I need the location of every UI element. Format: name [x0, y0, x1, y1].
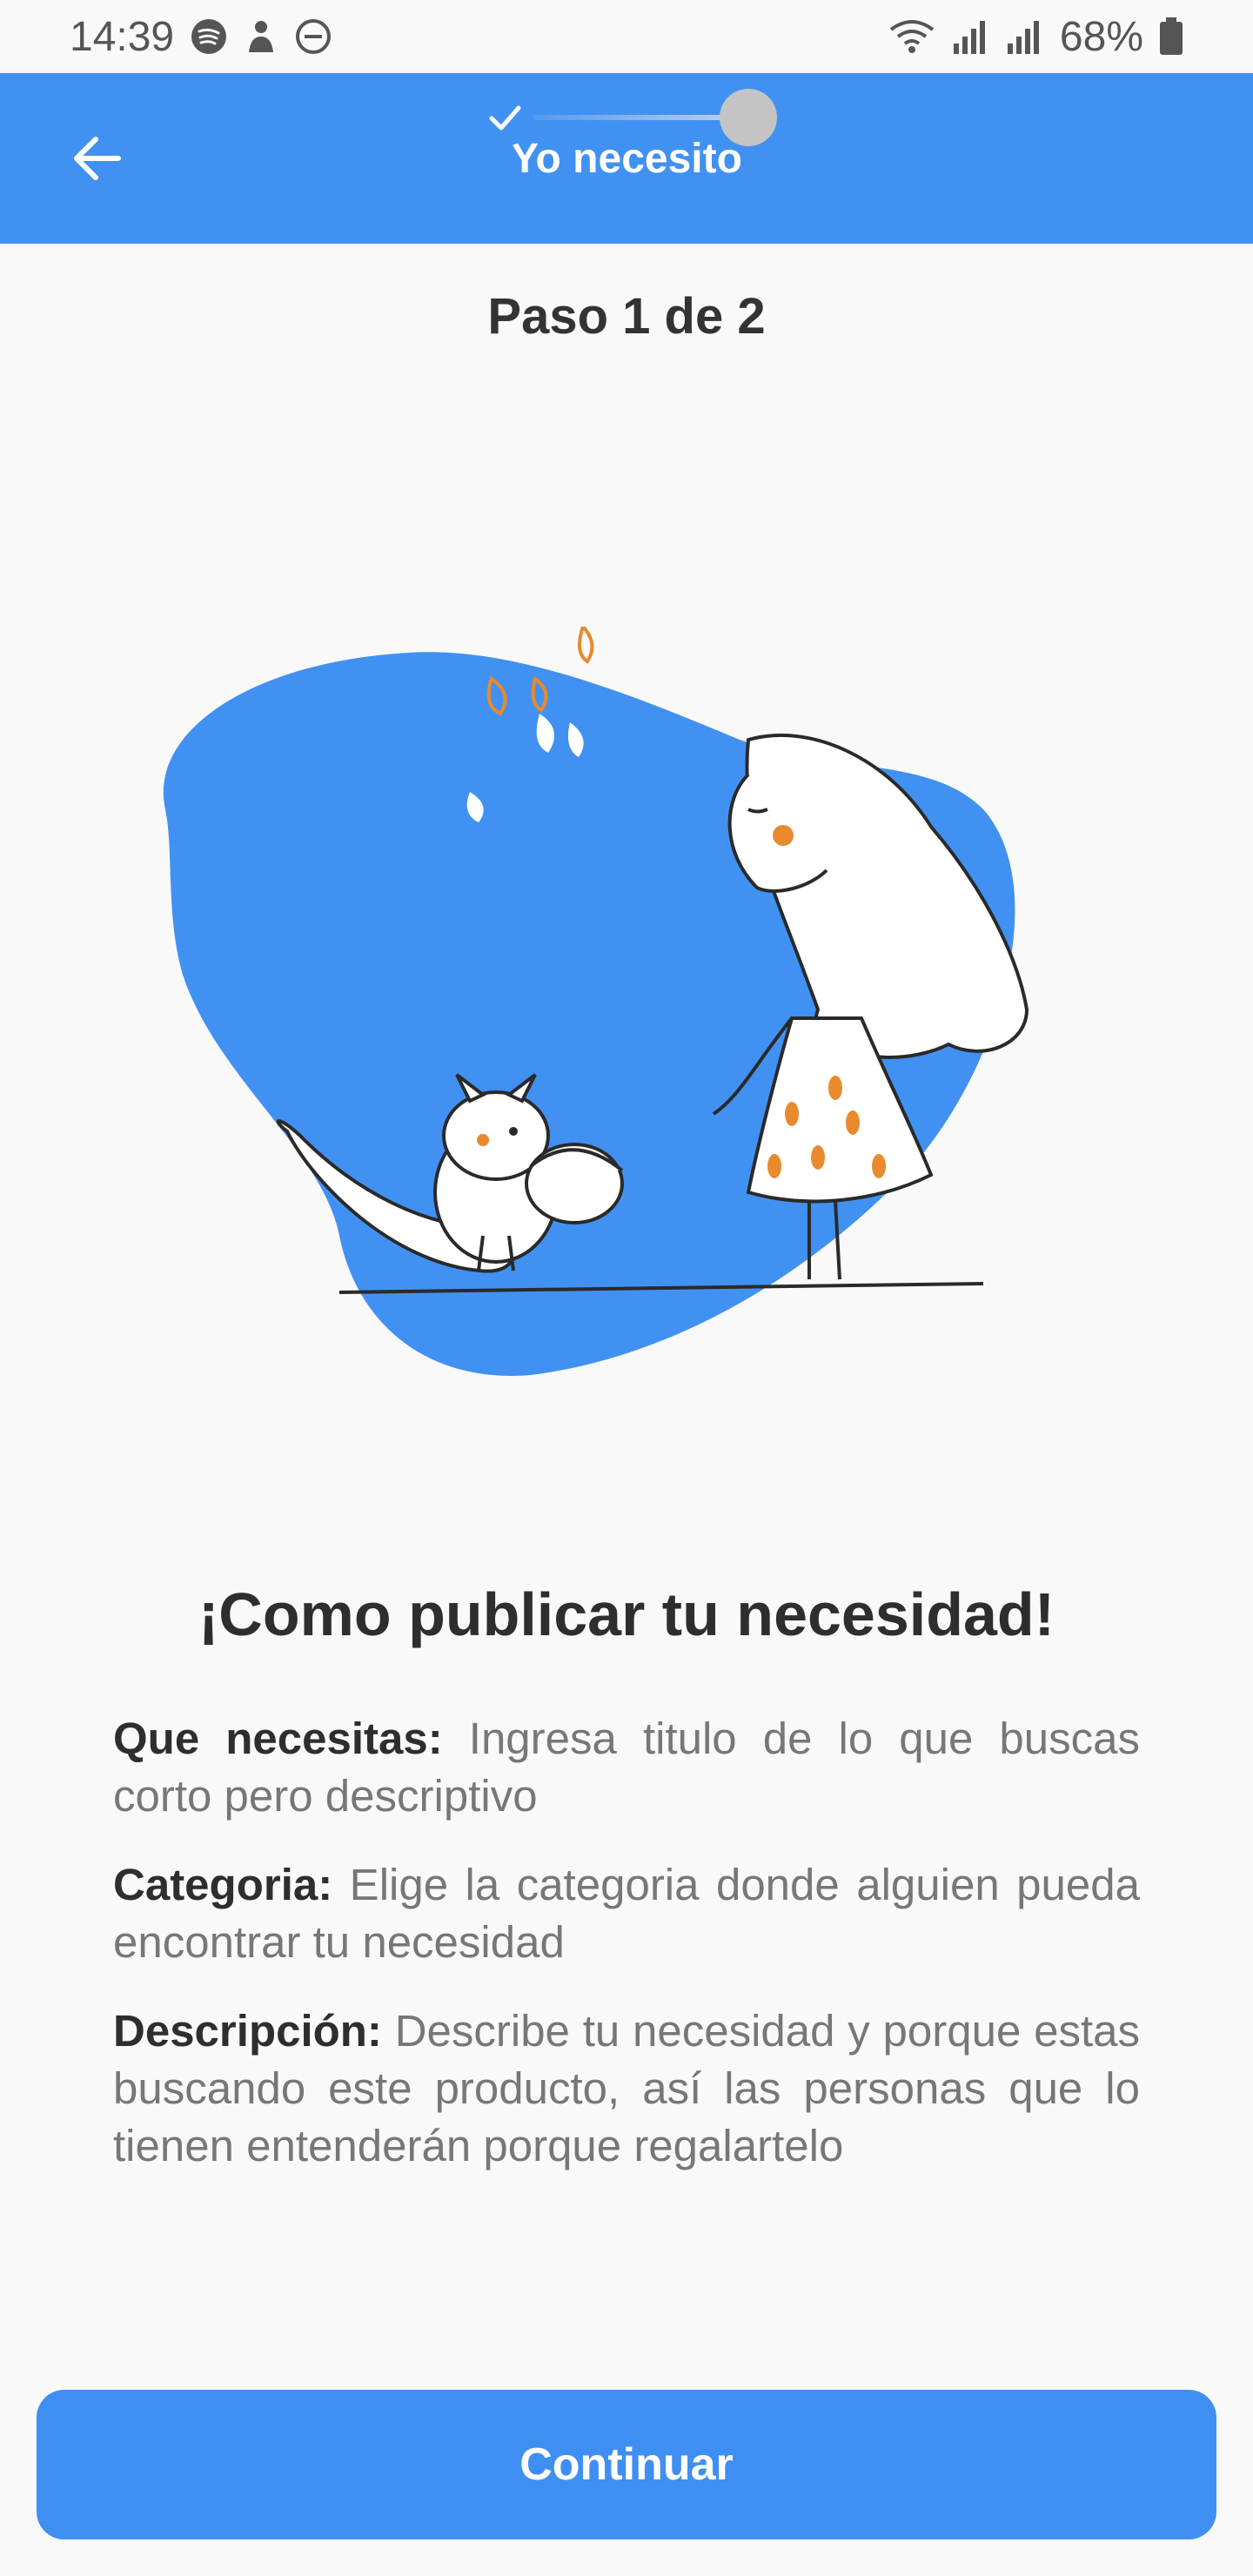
- how-to-publish-heading: ¡Como publicar tu necesidad!: [198, 1580, 1055, 1648]
- status-left: 14:39: [70, 13, 332, 61]
- girl-and-squirrel-illustration: [163, 627, 1029, 1376]
- status-bar: 14:39 68%: [0, 0, 1253, 73]
- instruction-descripcion: Descripción: Describe tu necesidad y por…: [113, 2002, 1140, 2175]
- stepper: Paso 1 de 2: [0, 287, 1253, 345]
- person-icon: [244, 17, 278, 56]
- arrow-left-icon: [74, 137, 121, 180]
- back-button[interactable]: [52, 113, 143, 204]
- step-1-complete: [476, 89, 533, 146]
- instructions-list: Que necesitas: Ingresa titulo de lo que …: [113, 1710, 1140, 2206]
- instruction-label: Descripción:: [113, 2006, 382, 2056]
- instruction-label: Categoria:: [113, 1860, 333, 1909]
- wifi-icon: [888, 19, 936, 54]
- status-time: 14:39: [70, 13, 175, 60]
- battery-percent: 68%: [1059, 13, 1143, 60]
- continue-button[interactable]: Continuar: [37, 2390, 1216, 2539]
- instruction-que-necesitas: Que necesitas: Ingresa titulo de lo que …: [113, 1710, 1140, 1825]
- step-title: Paso 1 de 2: [487, 288, 766, 345]
- status-right: 68%: [888, 13, 1183, 61]
- step-2-pending: [720, 89, 777, 146]
- signal-icon: [952, 19, 990, 54]
- spotify-icon: [190, 17, 228, 56]
- instruction-label: Que necesitas:: [113, 1714, 443, 1763]
- instruction-categoria: Categoria: Elige la categoria donde algu…: [113, 1856, 1140, 1971]
- signal-icon: [1006, 19, 1044, 54]
- do-not-disturb-icon: [294, 17, 332, 56]
- step-progress: [476, 89, 777, 146]
- battery-icon: [1159, 17, 1183, 56]
